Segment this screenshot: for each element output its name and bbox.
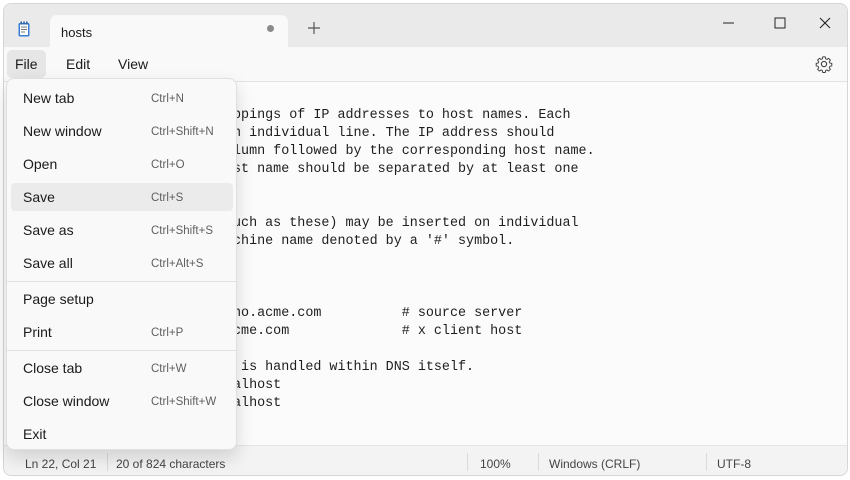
menu-view[interactable]: View (110, 50, 156, 78)
menu-item-label: Close tab (23, 360, 83, 376)
status-divider (538, 453, 539, 471)
menu-item-label: Save as (23, 222, 74, 238)
menu-item-save[interactable]: Save Ctrl+S (11, 183, 233, 211)
minimize-icon[interactable] (718, 12, 740, 34)
menu-item-save-all[interactable]: Save all Ctrl+Alt+S (11, 249, 233, 277)
menu-item-label: New window (23, 123, 102, 139)
menu-file[interactable]: File (7, 50, 46, 78)
menu-item-close-window[interactable]: Close window Ctrl+Shift+W (11, 387, 233, 415)
editor-line: chine name denoted by a '#' symbol. (233, 234, 515, 249)
menu-item-exit[interactable]: Exit (11, 420, 233, 448)
menu-item-label: New tab (23, 90, 75, 106)
editor-line: cme.com # x client host (233, 324, 523, 339)
menu-item-shortcut: Ctrl+Alt+S (151, 258, 204, 270)
menu-edit[interactable]: Edit (58, 50, 98, 78)
file-menu-dropdown: New tab Ctrl+N New window Ctrl+Shift+N O… (6, 78, 237, 450)
editor-line: alhost (233, 378, 282, 393)
menu-item-page-setup[interactable]: Page setup (11, 285, 233, 313)
menu-item-shortcut: Ctrl+O (151, 159, 185, 171)
menu-item-close-tab[interactable]: Close tab Ctrl+W (11, 354, 233, 382)
menu-item-shortcut: Ctrl+S (151, 192, 184, 204)
menu-item-label: Close window (23, 393, 110, 409)
tab-title: hosts (61, 25, 93, 40)
menu-item-label: Save all (23, 255, 73, 271)
menu-item-label: Save (23, 189, 55, 205)
menu-separator (7, 281, 236, 282)
editor-line: uch as these) may be inserted on individ… (233, 216, 579, 231)
notepad-app-icon (18, 21, 30, 37)
encoding[interactable]: UTF-8 (717, 457, 751, 471)
menu-item-shortcut: Ctrl+P (151, 327, 184, 339)
menu-item-shortcut: Ctrl+Shift+S (151, 225, 213, 237)
cursor-position[interactable]: Ln 22, Col 21 (25, 457, 96, 471)
menu-item-label: Page setup (23, 291, 94, 307)
unsaved-dot-icon[interactable] (267, 25, 274, 32)
menu-item-label: Print (23, 324, 52, 340)
status-divider (706, 453, 707, 471)
editor-line: st name should be separated by at least … (233, 162, 579, 177)
menu-item-shortcut: Ctrl+W (151, 363, 187, 375)
menu-item-shortcut: Ctrl+Shift+W (151, 396, 217, 408)
close-icon[interactable] (814, 12, 836, 34)
menu-item-shortcut: Ctrl+N (151, 93, 184, 105)
zoom-level[interactable]: 100% (480, 457, 511, 471)
editor-text: ppings of IP addresses to host names. Ea… (233, 107, 595, 413)
line-ending[interactable]: Windows (CRLF) (549, 457, 640, 471)
menu-item-new-window[interactable]: New window Ctrl+Shift+N (11, 117, 233, 145)
selection-count: 20 of 824 characters (116, 457, 226, 471)
menu-item-new-tab[interactable]: New tab Ctrl+N (11, 84, 233, 112)
editor-line: is handled within DNS itself. (233, 360, 475, 375)
status-divider (467, 453, 468, 471)
editor-line: n individual line. The IP address should (233, 126, 555, 141)
menu-item-label: Exit (23, 426, 47, 442)
menu-separator (7, 350, 236, 351)
editor-line: lumn followed by the corresponding host … (233, 144, 595, 159)
menu-item-save-as[interactable]: Save as Ctrl+Shift+S (11, 216, 233, 244)
new-tab-plus-icon[interactable] (304, 18, 324, 38)
title-bar[interactable]: hosts (4, 4, 847, 47)
menu-bar: File Edit View (4, 47, 847, 82)
status-divider (107, 453, 108, 471)
tab-hosts[interactable]: hosts (50, 15, 288, 47)
menu-item-open[interactable]: Open Ctrl+O (11, 150, 233, 178)
menu-item-print[interactable]: Print Ctrl+P (11, 318, 233, 346)
editor-line: alhost (233, 396, 282, 411)
editor-line: no.acme.com # source server (233, 306, 523, 321)
editor-line: ppings of IP addresses to host names. Ea… (233, 108, 571, 123)
menu-item-label: Open (23, 156, 58, 172)
menu-item-shortcut: Ctrl+Shift+N (151, 126, 214, 138)
settings-gear-icon[interactable] (815, 55, 833, 73)
maximize-icon[interactable] (769, 12, 791, 34)
